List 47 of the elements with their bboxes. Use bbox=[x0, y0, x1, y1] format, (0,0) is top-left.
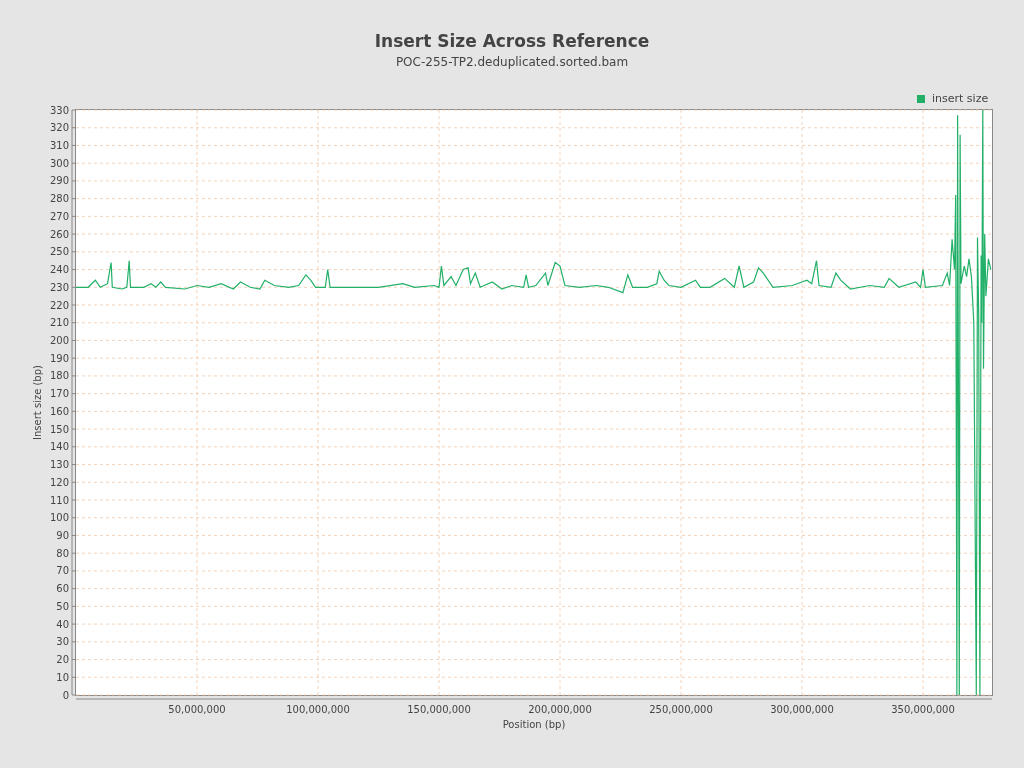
y-tick-label: 310 bbox=[49, 139, 69, 151]
y-tick-label: 140 bbox=[49, 441, 69, 453]
y-tick-label: 30 bbox=[56, 636, 69, 648]
y-tick-label: 110 bbox=[49, 494, 69, 506]
y-tick-label: 290 bbox=[49, 175, 69, 187]
y-tick-label: 270 bbox=[49, 210, 69, 222]
y-tick-label: 200 bbox=[49, 334, 69, 346]
x-axis-title: Position (bp) bbox=[502, 719, 566, 730]
y-tick-label: 250 bbox=[49, 246, 69, 258]
y-tick-label: 130 bbox=[49, 459, 69, 471]
y-tick-label: 100 bbox=[49, 512, 69, 524]
y-tick-label: 170 bbox=[49, 388, 69, 400]
y-tick-label: 40 bbox=[56, 618, 69, 630]
y-tick-label: 330 bbox=[49, 104, 69, 116]
y-tick-label: 180 bbox=[49, 370, 69, 382]
y-tick-label: 210 bbox=[49, 317, 69, 329]
y-tick-label: 120 bbox=[49, 476, 69, 488]
y-tick-label: 240 bbox=[49, 264, 69, 276]
legend-label: insert size bbox=[932, 92, 989, 105]
y-tick-label: 190 bbox=[49, 352, 69, 364]
x-tick-label: 150,000,000 bbox=[407, 704, 471, 715]
y-tick-label: 0 bbox=[62, 689, 69, 701]
y-tick-label: 20 bbox=[56, 654, 69, 666]
y-tick-label: 50 bbox=[56, 600, 69, 612]
y-tick-label: 70 bbox=[56, 565, 69, 577]
chart-subtitle: POC-255-TP2.deduplicated.sorted.bam bbox=[394, 54, 630, 70]
x-tick-label: 50,000,000 bbox=[168, 704, 226, 715]
y-tick-label: 160 bbox=[49, 405, 69, 417]
y-tick-label: 80 bbox=[56, 547, 69, 559]
chart-title: Insert Size Across Reference bbox=[373, 30, 651, 51]
y-tick-label: 90 bbox=[56, 529, 69, 541]
x-tick-label: 350,000,000 bbox=[891, 704, 955, 715]
y-tick-label: 230 bbox=[49, 281, 69, 293]
x-tick-label: 200,000,000 bbox=[528, 704, 592, 715]
y-axis-title: Insert size (bp) bbox=[32, 365, 43, 440]
y-tick-label: 10 bbox=[56, 671, 69, 683]
y-tick-label: 220 bbox=[49, 299, 69, 311]
y-tick-label: 280 bbox=[49, 193, 69, 205]
legend-swatch bbox=[917, 95, 925, 103]
x-tick-label: 100,000,000 bbox=[286, 704, 350, 715]
y-tick-label: 320 bbox=[49, 122, 69, 134]
x-tick-label: 250,000,000 bbox=[649, 704, 713, 715]
y-tick-label: 150 bbox=[49, 423, 69, 435]
y-tick-label: 300 bbox=[49, 157, 69, 169]
y-tick-label: 260 bbox=[49, 228, 69, 240]
y-tick-label: 60 bbox=[56, 583, 69, 595]
x-tick-label: 300,000,000 bbox=[770, 704, 834, 715]
